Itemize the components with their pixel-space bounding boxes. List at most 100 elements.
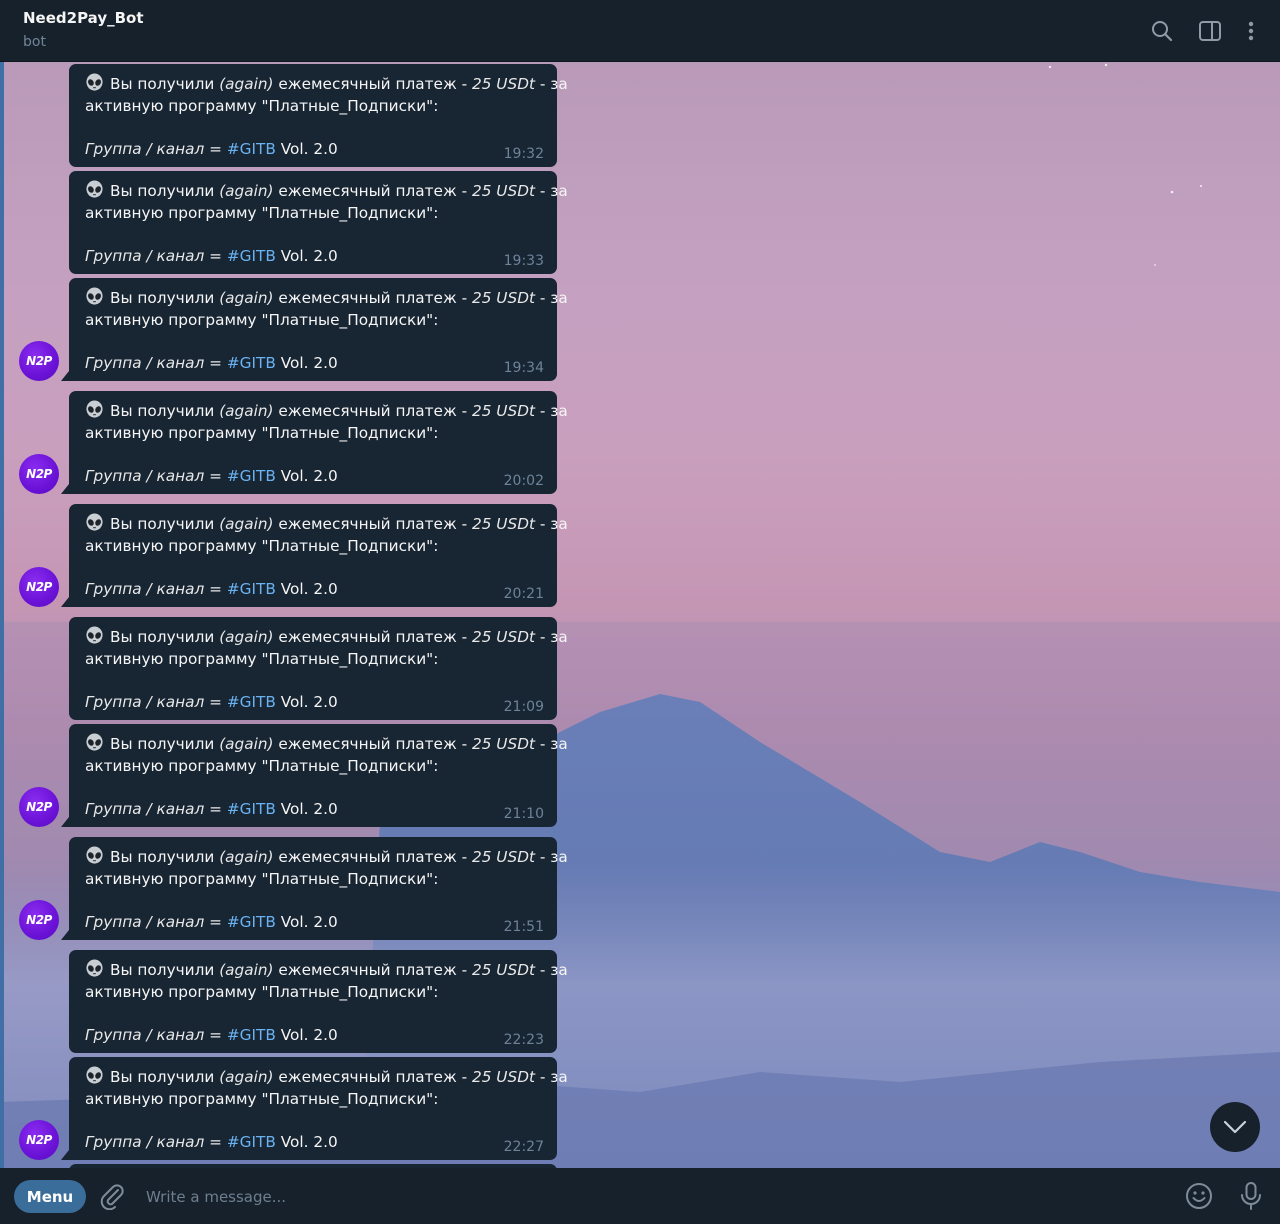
- microphone-icon[interactable]: [1238, 1181, 1264, 1211]
- message-amount: 25 USDt: [471, 628, 535, 646]
- bot-avatar[interactable]: N2P: [19, 341, 59, 381]
- avatar-label: N2P: [26, 467, 52, 481]
- message-prefix: Вы получили: [110, 628, 220, 646]
- message-line-1: Вы получили (again) ежемесячный платеж -…: [85, 626, 568, 648]
- message-suffix: - за: [535, 961, 568, 979]
- message-line-1: Вы получили (again) ежемесячный платеж -…: [85, 287, 568, 309]
- message-bubble[interactable]: Вы получили (again) ежемесячный платеж -…: [69, 171, 568, 274]
- hashtag-link[interactable]: #GITB: [227, 580, 276, 598]
- alien-emoji-icon: [86, 733, 103, 751]
- hashtag-link[interactable]: #GITB: [227, 1026, 276, 1044]
- message-again: (again): [219, 735, 274, 753]
- chat-title[interactable]: Need2Pay_Bot: [23, 9, 144, 27]
- message-mid: ежемесячный платеж -: [273, 735, 472, 753]
- message-prefix: Вы получили: [110, 515, 220, 533]
- version-label: Vol. 2.0: [275, 354, 338, 372]
- message-time: 19:33: [503, 253, 544, 269]
- message-bubble[interactable]: Вы получили (again) ежемесячный платеж -…: [61, 724, 568, 827]
- sidebar-toggle-icon[interactable]: [1195, 16, 1225, 46]
- hashtag-link[interactable]: #GITB: [227, 354, 276, 372]
- hashtag-link[interactable]: #GITB: [227, 800, 276, 818]
- group-label: Группа / канал =: [85, 580, 227, 598]
- avatar-label: N2P: [26, 800, 52, 814]
- alien-emoji-icon: [86, 1066, 103, 1084]
- bot-avatar[interactable]: N2P: [19, 900, 59, 940]
- message-prefix: Вы получили: [110, 402, 220, 420]
- message-bubble[interactable]: Вы получили (again) ежемесячный платеж -…: [69, 950, 568, 1053]
- hashtag-link[interactable]: #GITB: [227, 140, 276, 158]
- chat-header: Need2Pay_Bot bot: [0, 0, 1280, 62]
- bot-avatar[interactable]: N2P: [19, 787, 59, 827]
- message-prefix: Вы получили: [110, 735, 220, 753]
- message-time: 19:34: [503, 360, 544, 376]
- message-again: (again): [219, 628, 274, 646]
- menu-button[interactable]: Menu: [14, 1180, 86, 1213]
- hashtag-link[interactable]: #GITB: [227, 1133, 276, 1151]
- message-bubble[interactable]: Вы получили (again) ежемесячный платеж -…: [61, 504, 568, 607]
- bot-avatar[interactable]: N2P: [19, 1120, 59, 1160]
- message-line-3: Группа / канал = #GITB Vol. 2.0: [85, 352, 541, 374]
- message-again: (again): [219, 289, 274, 307]
- group-label: Группа / канал =: [85, 800, 227, 818]
- message-amount: 25 USDt: [471, 75, 535, 93]
- message-prefix: Вы получили: [110, 1068, 220, 1086]
- message-line-2: активную программу "Платные_Подписки":: [85, 1090, 439, 1108]
- alien-emoji-icon: [86, 626, 103, 644]
- avatar-label: N2P: [26, 580, 52, 594]
- message-mid: ежемесячный платеж -: [273, 402, 472, 420]
- message-line-1: Вы получили (again) ежемесячный платеж -…: [85, 73, 568, 95]
- message-bubble[interactable]: Вы получили (again) ежемесячный платеж -…: [69, 64, 568, 167]
- emoji-icon[interactable]: [1185, 1182, 1213, 1210]
- version-label: Vol. 2.0: [275, 580, 338, 598]
- hashtag-link[interactable]: #GITB: [227, 693, 276, 711]
- message-bubble[interactable]: Вы получили (again) ежемесячный платеж -…: [69, 617, 568, 720]
- version-label: Vol. 2.0: [275, 1133, 338, 1151]
- hashtag-link[interactable]: #GITB: [227, 247, 276, 265]
- message-input[interactable]: [146, 1184, 1146, 1210]
- group-label: Группа / канал =: [85, 140, 227, 158]
- version-label: Vol. 2.0: [275, 693, 338, 711]
- message-amount: 25 USDt: [471, 848, 535, 866]
- bot-avatar[interactable]: N2P: [19, 567, 59, 607]
- message-line-3: Группа / канал = #GITB Vol. 2.0: [85, 245, 541, 267]
- message-time: 22:23: [503, 1032, 544, 1048]
- group-label: Группа / канал =: [85, 247, 227, 265]
- message-line-2: активную программу "Платные_Подписки":: [85, 204, 439, 222]
- message-prefix: Вы получили: [110, 182, 220, 200]
- message-amount: 25 USDt: [471, 735, 535, 753]
- message-suffix: - за: [535, 1068, 568, 1086]
- scroll-down-button[interactable]: [1210, 1102, 1260, 1152]
- message-amount: 25 USDt: [471, 289, 535, 307]
- message-mid: ежемесячный платеж -: [273, 1068, 472, 1086]
- chevron-down-icon: [1223, 1120, 1247, 1134]
- message-line-2: активную программу "Платные_Подписки":: [85, 424, 439, 442]
- chat-history[interactable]: Вы получили (again) ежемесячный платеж -…: [0, 62, 1280, 1168]
- message-suffix: - за: [535, 628, 568, 646]
- hashtag-link[interactable]: #GITB: [227, 467, 276, 485]
- message-prefix: Вы получили: [110, 848, 220, 866]
- chat-subtitle: bot: [23, 34, 46, 50]
- group-label: Группа / канал =: [85, 1133, 227, 1151]
- hashtag-link[interactable]: #GITB: [227, 913, 276, 931]
- alien-emoji-icon: [86, 846, 103, 864]
- message-suffix: - за: [535, 182, 568, 200]
- message-time: 21:51: [503, 919, 544, 935]
- paperclip-icon[interactable]: [98, 1182, 126, 1210]
- alien-emoji-icon: [86, 959, 103, 977]
- message-line-2: активную программу "Платные_Подписки":: [85, 870, 439, 888]
- message-suffix: - за: [535, 75, 568, 93]
- alien-emoji-icon: [86, 180, 103, 198]
- message-bubble[interactable]: Вы получили (again) ежемесячный платеж -…: [61, 391, 568, 494]
- message-mid: ежемесячный платеж -: [273, 182, 472, 200]
- message-again: (again): [219, 402, 274, 420]
- bot-avatar[interactable]: N2P: [19, 454, 59, 494]
- message-suffix: - за: [535, 735, 568, 753]
- message-mid: ежемесячный платеж -: [273, 75, 472, 93]
- more-vertical-icon[interactable]: [1236, 16, 1266, 46]
- search-icon[interactable]: [1147, 16, 1177, 46]
- message-bubble[interactable]: Вы получили (again) ежемесячный платеж -…: [61, 1057, 568, 1160]
- message-line-1: Вы получили (again) ежемесячный платеж -…: [85, 733, 568, 755]
- message-line-3: Группа / канал = #GITB Vol. 2.0: [85, 798, 541, 820]
- message-bubble[interactable]: Вы получили (again) ежемесячный платеж -…: [61, 278, 568, 381]
- message-bubble[interactable]: Вы получили (again) ежемесячный платеж -…: [61, 837, 568, 940]
